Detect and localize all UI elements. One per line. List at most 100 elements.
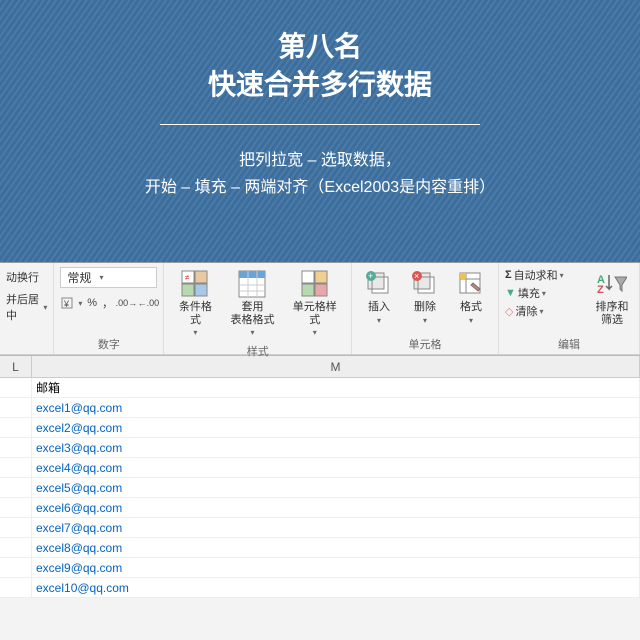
table-row: excel9@qq.com	[0, 558, 640, 578]
email-cell[interactable]: excel2@qq.com	[32, 418, 640, 437]
svg-text:Z: Z	[597, 284, 604, 296]
svg-text:≠: ≠	[185, 273, 190, 282]
group-label	[0, 350, 53, 354]
table-row: excel4@qq.com	[0, 458, 640, 478]
cell[interactable]	[0, 498, 32, 517]
chevron-down-icon: ▾	[542, 289, 546, 298]
currency-icon[interactable]: ¥	[60, 294, 74, 312]
percent-icon[interactable]: %	[86, 294, 97, 312]
chevron-down-icon: ▾	[43, 303, 47, 312]
chevron-down-icon: ▾	[193, 328, 197, 337]
comma-icon[interactable]: ，	[102, 294, 113, 312]
email-cell[interactable]: excel9@qq.com	[32, 558, 640, 577]
col-header-L[interactable]: L	[0, 356, 32, 377]
cell[interactable]	[0, 538, 32, 557]
increase-decimal-icon[interactable]: .00→	[117, 294, 135, 312]
merge-center-button[interactable]: 并后居中▾	[6, 291, 47, 323]
insert-icon: +	[364, 269, 394, 299]
insert-button[interactable]: + 插入▾	[358, 267, 400, 328]
cell[interactable]	[0, 438, 32, 457]
format-icon	[456, 269, 486, 299]
fill-button[interactable]: ▼ 填充 ▾	[505, 285, 587, 301]
number-format-combo[interactable]: 常规▾	[60, 267, 157, 288]
number-group: 常规▾ ¥ ▾ % ， .00→ ←.00 数字	[54, 263, 164, 354]
svg-text:×: ×	[414, 271, 419, 281]
conditional-format-icon: ≠	[180, 269, 210, 299]
chevron-down-icon: ▾	[99, 273, 103, 282]
rows-container: 邮箱excel1@qq.comexcel2@qq.comexcel3@qq.co…	[0, 378, 640, 598]
cell[interactable]	[0, 398, 32, 417]
delete-button[interactable]: × 删除▾	[404, 267, 446, 328]
sigma-icon: Σ	[505, 269, 512, 281]
cell[interactable]	[0, 578, 32, 597]
chevron-down-icon: ▾	[469, 316, 473, 325]
sub-line-2: 开始 – 填充 – 两端对齐（Excel2003是内容重排）	[145, 179, 495, 196]
table-row: excel3@qq.com	[0, 438, 640, 458]
group-label: 数字	[54, 334, 163, 354]
group-label: 样式	[164, 341, 351, 361]
format-table-button[interactable]: 套用表格格式 ▾	[224, 267, 280, 341]
table-row: excel8@qq.com	[0, 538, 640, 558]
subtitle: 把列拉宽 – 选取数据， 开始 – 填充 – 两端对齐（Excel2003是内容…	[40, 147, 600, 201]
cell[interactable]	[0, 558, 32, 577]
delete-icon: ×	[410, 269, 440, 299]
excel-window: 动换行 并后居中▾ 常规▾ ¥ ▾ % ， .00→ ←.00 数字	[0, 262, 640, 640]
conditional-format-button[interactable]: ≠ 条件格式▾	[170, 267, 220, 341]
sort-filter-button[interactable]: AZ 排序和筛选	[591, 267, 633, 328]
clear-button[interactable]: ◇ 清除 ▾	[505, 303, 587, 319]
email-cell[interactable]: excel4@qq.com	[32, 458, 640, 477]
title-line-1: 第八名	[278, 31, 362, 62]
table-row: excel6@qq.com	[0, 498, 640, 518]
cell[interactable]	[0, 418, 32, 437]
table-row: excel1@qq.com	[0, 398, 640, 418]
editing-group: Σ 自动求和 ▾ ▼ 填充 ▾ ◇ 清除 ▾ AZ 排序和筛选 编辑	[499, 263, 640, 354]
spreadsheet-grid[interactable]: L M 邮箱excel1@qq.comexcel2@qq.comexcel3@q…	[0, 355, 640, 598]
cell[interactable]	[0, 518, 32, 537]
header-cell[interactable]: 邮箱	[32, 378, 640, 397]
chevron-down-icon: ▾	[423, 316, 427, 325]
table-icon	[237, 269, 267, 299]
sort-filter-icon: AZ	[597, 269, 627, 299]
hero: 第八名 快速合并多行数据 把列拉宽 – 选取数据， 开始 – 填充 – 两端对齐…	[0, 0, 640, 201]
table-row: excel2@qq.com	[0, 418, 640, 438]
email-cell[interactable]: excel1@qq.com	[32, 398, 640, 417]
chevron-down-icon: ▾	[560, 271, 564, 280]
cell-styles-icon	[300, 269, 330, 299]
svg-text:¥: ¥	[63, 299, 70, 309]
wrap-text-button[interactable]: 动换行	[6, 269, 39, 285]
cell[interactable]	[0, 478, 32, 497]
decrease-decimal-icon[interactable]: ←.00	[139, 294, 157, 312]
styles-group: ≠ 条件格式▾ 套用表格格式 ▾ 单元格样式▾ 样式	[164, 263, 352, 354]
alignment-group-partial: 动换行 并后居中▾	[0, 263, 54, 354]
email-cell[interactable]: excel3@qq.com	[32, 438, 640, 457]
ribbon: 动换行 并后居中▾ 常规▾ ¥ ▾ % ， .00→ ←.00 数字	[0, 263, 640, 355]
eraser-icon: ◇	[505, 305, 513, 318]
cell-styles-button[interactable]: 单元格样式▾	[284, 267, 345, 341]
group-label: 编辑	[499, 334, 639, 354]
autosum-button[interactable]: Σ 自动求和 ▾	[505, 267, 587, 283]
chevron-down-icon: ▾	[539, 307, 543, 316]
cells-group: + 插入▾ × 删除▾ 格式▾ 单元格	[352, 263, 499, 354]
format-button[interactable]: 格式▾	[450, 267, 492, 328]
email-cell[interactable]: excel7@qq.com	[32, 518, 640, 537]
email-cell[interactable]: excel5@qq.com	[32, 478, 640, 497]
divider	[160, 124, 480, 125]
cell[interactable]	[0, 378, 32, 397]
page-title: 第八名 快速合并多行数据	[40, 28, 600, 104]
email-cell[interactable]: excel6@qq.com	[32, 498, 640, 517]
fill-down-icon: ▼	[505, 287, 516, 299]
title-line-2: 快速合并多行数据	[208, 69, 432, 100]
table-row: excel10@qq.com	[0, 578, 640, 598]
chevron-down-icon: ▾	[78, 299, 82, 308]
chevron-down-icon: ▾	[313, 328, 317, 337]
chevron-down-icon: ▾	[250, 328, 254, 337]
cell[interactable]	[0, 458, 32, 477]
email-cell[interactable]: excel10@qq.com	[32, 578, 640, 597]
email-cell[interactable]: excel8@qq.com	[32, 538, 640, 557]
table-row: excel7@qq.com	[0, 518, 640, 538]
chevron-down-icon: ▾	[377, 316, 381, 325]
table-row: excel5@qq.com	[0, 478, 640, 498]
table-row: 邮箱	[0, 378, 640, 398]
svg-text:+: +	[368, 271, 373, 281]
group-label: 单元格	[352, 334, 498, 354]
